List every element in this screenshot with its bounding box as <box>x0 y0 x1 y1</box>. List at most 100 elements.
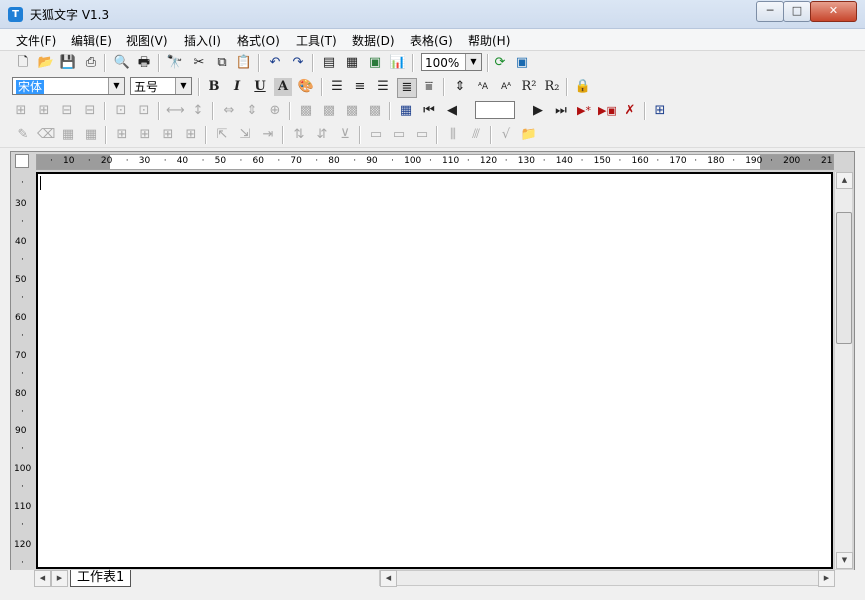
menu-format[interactable]: 格式(O) <box>237 32 280 49</box>
col-width-icon[interactable]: ⟷ <box>166 102 185 120</box>
menu-tools[interactable]: 工具(T) <box>296 32 337 49</box>
maximize-button[interactable]: □ <box>783 1 811 22</box>
italic-button[interactable]: I <box>228 78 246 96</box>
paste-icon[interactable]: 📋 <box>235 54 253 72</box>
font-select[interactable]: 宋体 ▼ <box>12 77 125 95</box>
arrange-c-icon[interactable]: ⇥ <box>259 126 277 144</box>
menu-insert[interactable]: 插入(I) <box>184 32 221 49</box>
new-doc-icon[interactable]: 🗋 <box>14 54 32 72</box>
cut-icon[interactable]: ✂ <box>190 54 208 72</box>
menu-view[interactable]: 视图(V) <box>126 32 168 49</box>
sort-a-icon[interactable]: ⇅ <box>290 126 308 144</box>
table-icon[interactable]: ▦ <box>343 54 361 72</box>
row-height-icon[interactable]: ↕ <box>189 102 207 120</box>
columns-icon[interactable]: ⫼ <box>444 126 462 144</box>
insert-col-right-icon[interactable]: ⊞ <box>35 102 53 120</box>
arrange-a-icon[interactable]: ⇱ <box>213 126 231 144</box>
char-spacing-icon[interactable]: ᴬA <box>474 78 492 96</box>
palette-icon[interactable]: 🎨 <box>297 78 315 96</box>
image-icon[interactable]: ▣ <box>366 54 384 72</box>
equal-width-icon[interactable]: ⇔ <box>220 102 238 120</box>
superscript-button[interactable]: R² <box>520 78 538 96</box>
layout-c-icon[interactable]: ⊞ <box>159 126 177 144</box>
subscript-button[interactable]: R₂ <box>543 78 561 96</box>
text-box-icon[interactable]: ▤ <box>320 54 338 72</box>
last-record-icon[interactable]: ⏭ <box>552 102 570 120</box>
merge-cells-icon[interactable]: ▩ <box>297 102 315 120</box>
scroll-left-icon[interactable]: ◀ <box>380 570 397 587</box>
undo-icon[interactable]: ↶ <box>266 54 284 72</box>
align-center-icon[interactable]: ≡ <box>351 78 369 96</box>
next-record-icon[interactable]: ▶ <box>529 102 547 120</box>
menu-file[interactable]: 文件(F) <box>16 32 56 49</box>
layout-a-icon[interactable]: ⊞ <box>113 126 131 144</box>
underline-button[interactable]: U <box>251 78 269 96</box>
data-source-icon[interactable]: ⊞ <box>651 102 669 120</box>
print-setup-icon[interactable]: ⎙ <box>82 54 100 72</box>
lock-icon[interactable]: 🔒 <box>574 78 592 96</box>
frame-a-icon[interactable]: ▭ <box>367 126 385 144</box>
insert-row-below-icon[interactable]: ⊟ <box>81 102 99 120</box>
save-record-icon[interactable]: ▶▣ <box>598 102 617 120</box>
copy-icon[interactable]: ⧉ <box>213 54 231 72</box>
fit-table-icon[interactable]: ⊕ <box>266 102 284 120</box>
layout-d-icon[interactable]: ⊞ <box>182 126 200 144</box>
size-select[interactable]: 五号 ▼ <box>130 77 192 95</box>
menu-help[interactable]: 帮助(H) <box>468 32 510 49</box>
menu-edit[interactable]: 编辑(E) <box>71 32 112 49</box>
insert-row-above-icon[interactable]: ⊟ <box>58 102 76 120</box>
shadow-button[interactable]: A <box>274 78 292 96</box>
align-left-icon[interactable]: ☰ <box>328 78 346 96</box>
prev-record-icon[interactable]: ◀ <box>443 102 461 120</box>
print-preview-icon[interactable]: 🔍 <box>113 54 131 72</box>
horizontal-scrollbar[interactable]: ◀ ▶ <box>379 570 835 587</box>
bold-button[interactable]: B <box>205 78 223 96</box>
first-record-icon[interactable]: ⏮ <box>420 102 438 120</box>
folder-icon[interactable]: 📁 <box>520 126 538 144</box>
scroll-thumb[interactable] <box>836 212 852 344</box>
chart-icon[interactable]: 📊 <box>389 54 407 72</box>
distribute-icon[interactable]: ⩸ <box>420 78 438 96</box>
layout-b-icon[interactable]: ⊞ <box>136 126 154 144</box>
line-spacing-icon[interactable]: ⇕ <box>451 78 469 96</box>
scroll-up-icon[interactable]: ▲ <box>836 172 853 189</box>
scroll-right-icon[interactable]: ▶ <box>818 570 835 587</box>
rows-icon[interactable]: ⫻ <box>467 126 485 144</box>
tab-prev-icon[interactable]: ◀ <box>34 570 51 587</box>
find-icon[interactable]: 🔭 <box>166 54 184 72</box>
record-input[interactable] <box>475 101 515 119</box>
vertical-scrollbar[interactable]: ▲ ▼ <box>834 172 853 569</box>
sort-b-icon[interactable]: ⇵ <box>313 126 331 144</box>
char-condense-icon[interactable]: Aᴬ <box>497 78 515 96</box>
align-right-icon[interactable]: ☰ <box>374 78 392 96</box>
scroll-down-icon[interactable]: ▼ <box>836 552 853 569</box>
border-grid-icon[interactable]: ▦ <box>82 126 100 144</box>
frame-b-icon[interactable]: ▭ <box>390 126 408 144</box>
delete-col-icon[interactable]: ⊡ <box>135 102 153 120</box>
filter-icon[interactable]: ⊻ <box>336 126 354 144</box>
sheet-tab-1[interactable]: 工作表1 <box>70 570 132 587</box>
equal-height-icon[interactable]: ⇕ <box>243 102 261 120</box>
arrange-b-icon[interactable]: ⇲ <box>236 126 254 144</box>
justify-icon[interactable]: ≣ <box>397 78 417 98</box>
split-cells-icon[interactable]: ▩ <box>320 102 338 120</box>
menu-data[interactable]: 数据(D) <box>352 32 395 49</box>
delete-record-icon[interactable]: ✗ <box>621 102 639 120</box>
menu-table[interactable]: 表格(G) <box>410 32 453 49</box>
frame-c-icon[interactable]: ▭ <box>413 126 431 144</box>
cell-border-icon[interactable]: ▩ <box>366 102 384 120</box>
border-all-icon[interactable]: ▦ <box>59 126 77 144</box>
new-record-icon[interactable]: ▶* <box>575 102 593 120</box>
zoom-select[interactable]: 100% ▼ <box>421 53 482 71</box>
cell-style-icon[interactable]: ▩ <box>343 102 361 120</box>
print-icon[interactable]: 🖶 <box>135 54 153 72</box>
redo-icon[interactable]: ↷ <box>289 54 307 72</box>
open-folder-icon[interactable]: 📂 <box>37 54 55 72</box>
formula-icon[interactable]: √ <box>497 126 515 144</box>
ruler-corner[interactable] <box>15 154 29 168</box>
insert-col-left-icon[interactable]: ⊞ <box>12 102 30 120</box>
eraser-icon[interactable]: ⌫ <box>37 126 55 144</box>
view-icon[interactable]: ▣ <box>513 54 531 72</box>
insert-sheet-icon[interactable]: ▦ <box>397 102 415 120</box>
save-icon[interactable]: 💾 <box>59 54 77 72</box>
